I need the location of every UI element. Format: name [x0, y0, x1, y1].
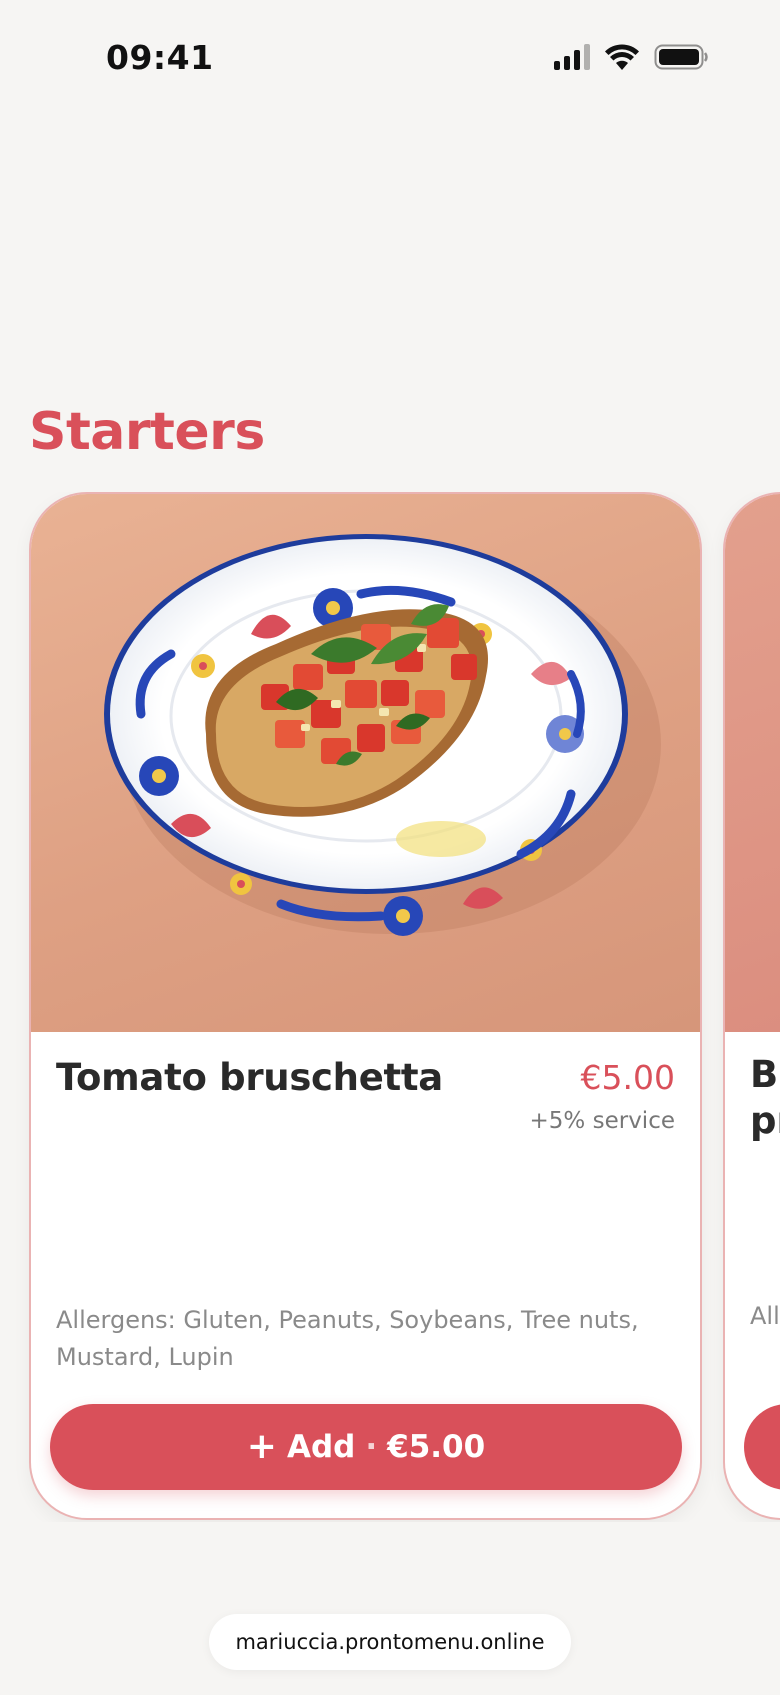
- dish-card-next[interactable]: Bu pr All: [723, 492, 780, 1520]
- status-time: 09:41: [106, 38, 214, 77]
- bruschetta-plate-illustration: [104, 534, 661, 936]
- url-bar[interactable]: mariuccia.prontomenu.online: [209, 1614, 571, 1670]
- url-text: mariuccia.prontomenu.online: [235, 1630, 545, 1654]
- wifi-icon: [604, 43, 640, 71]
- dish-name-next: Bu pr: [750, 1052, 780, 1144]
- dish-name-next-text: Bu pr: [750, 1053, 780, 1142]
- cellular-signal-icon: [554, 44, 590, 70]
- dish-image-next: [725, 494, 780, 1032]
- service-charge-note: +5% service: [529, 1108, 675, 1134]
- dish-price: €5.00: [580, 1058, 675, 1097]
- section-title: Starters: [29, 402, 265, 462]
- status-bar: 09:41: [0, 0, 780, 116]
- dish-carousel[interactable]: Tomato bruschetta €5.00 +5% service Alle…: [0, 492, 780, 1522]
- add-button-price: €5.00: [387, 1429, 486, 1465]
- dish-card[interactable]: Tomato bruschetta €5.00 +5% service Alle…: [29, 492, 702, 1520]
- plus-icon: +: [246, 1426, 277, 1467]
- allergens-text-next: All: [750, 1302, 780, 1330]
- battery-icon: [654, 43, 710, 71]
- add-to-order-button-next[interactable]: [744, 1404, 780, 1490]
- dish-image: [31, 494, 700, 1032]
- add-button-label: Add: [286, 1429, 356, 1465]
- add-to-order-button[interactable]: + Add · €5.00: [50, 1404, 682, 1490]
- dish-card-body: Tomato bruschetta €5.00 +5% service Alle…: [31, 1032, 700, 1518]
- add-button-separator: ·: [365, 1429, 378, 1465]
- dish-card-body-next: Bu pr All: [725, 1032, 780, 1518]
- status-icons: [554, 42, 710, 72]
- dish-name: Tomato bruschetta: [56, 1056, 443, 1099]
- allergens-text: Allergens: Gluten, Peanuts, Soybeans, Tr…: [56, 1306, 639, 1371]
